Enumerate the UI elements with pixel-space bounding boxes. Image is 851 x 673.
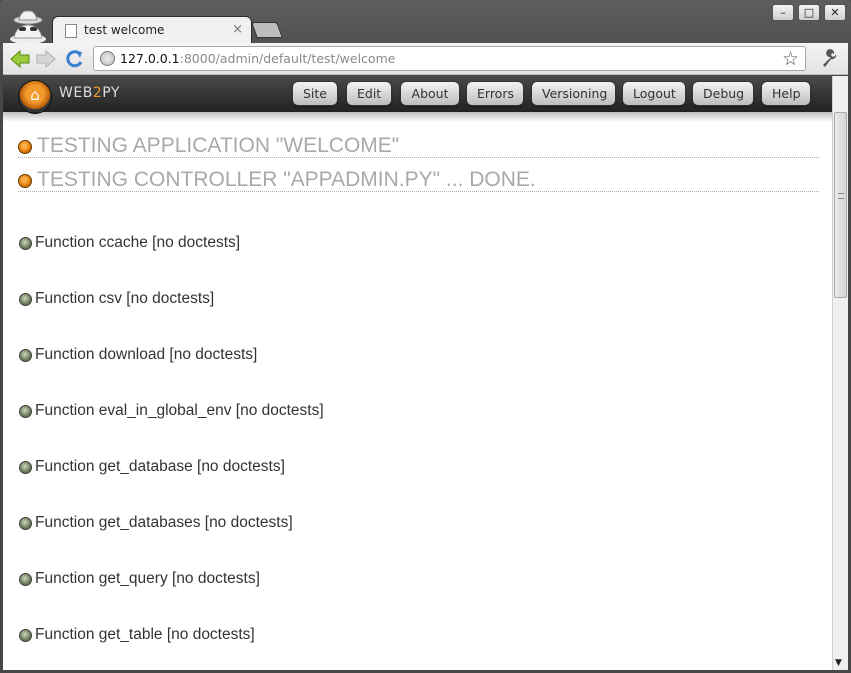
browser-toolbar: 127.0.0.1:8000/admin/default/test/welcom…: [3, 43, 848, 75]
menu-site-button[interactable]: Site: [292, 81, 338, 106]
green-bullet-icon: [19, 461, 32, 474]
new-tab-button[interactable]: [251, 22, 283, 38]
menu-debug-button[interactable]: Debug: [692, 81, 754, 106]
reload-icon[interactable]: [63, 48, 85, 70]
close-window-button[interactable]: ✕: [824, 4, 846, 21]
menu-help-button[interactable]: Help: [761, 81, 811, 106]
document-icon: [65, 24, 77, 38]
minimize-button[interactable]: –: [772, 4, 794, 21]
green-bullet-icon: [19, 629, 32, 642]
green-bullet-icon: [19, 573, 32, 586]
browser-window: test welcome × – □ ✕ 127.0.0.1:8000/admi…: [0, 0, 851, 673]
menu-edit-button[interactable]: Edit: [346, 81, 392, 106]
browser-tab[interactable]: test welcome ×: [52, 16, 252, 44]
orange-bullet-icon: [18, 140, 32, 154]
maximize-button[interactable]: □: [798, 4, 820, 21]
bookmark-star-icon[interactable]: ☆: [782, 48, 799, 70]
page-viewport: ⌂ WEB2PY Site Edit About Errors Versioni…: [3, 76, 848, 670]
web2py-header: ⌂ WEB2PY Site Edit About Errors Versioni…: [3, 76, 832, 114]
heading-testing-application: TESTING APPLICATION "WELCOME": [18, 134, 819, 158]
globe-icon: [100, 51, 115, 66]
header-shadow: [3, 112, 832, 122]
vertical-scrollbar[interactable]: ▼: [832, 76, 848, 670]
web2py-logo: WEB2PY: [59, 85, 120, 101]
menu-about-button[interactable]: About: [400, 81, 460, 106]
tab-close-icon[interactable]: ×: [232, 22, 243, 37]
menu-errors-button[interactable]: Errors: [466, 81, 524, 106]
incognito-icon: [10, 10, 46, 44]
green-bullet-icon: [19, 405, 32, 418]
tab-title: test welcome: [84, 23, 165, 37]
grip-icon: [838, 193, 844, 199]
green-bullet-icon: [19, 349, 32, 362]
menu-versioning-button[interactable]: Versioning: [531, 81, 616, 106]
url-host: 127.0.0.1: [120, 51, 180, 66]
menu-logout-button[interactable]: Logout: [622, 81, 686, 106]
url-text: 127.0.0.1:8000/admin/default/test/welcom…: [120, 51, 395, 66]
address-bar[interactable]: 127.0.0.1:8000/admin/default/test/welcom…: [93, 46, 806, 71]
wrench-icon[interactable]: [820, 48, 840, 68]
scrollbar-thumb[interactable]: [834, 112, 847, 298]
forward-arrow-icon[interactable]: [35, 48, 57, 70]
home-button[interactable]: ⌂: [18, 80, 52, 114]
url-path: :8000/admin/default/test/welcome: [179, 51, 396, 66]
heading-testing-controller: TESTING CONTROLLER "APPADMIN.PY" ... DON…: [18, 168, 819, 192]
green-bullet-icon: [19, 237, 32, 250]
back-arrow-icon[interactable]: [9, 48, 31, 70]
scroll-down-arrow-icon[interactable]: ▼: [835, 658, 842, 668]
green-bullet-icon: [19, 517, 32, 530]
home-icon: ⌂: [30, 86, 40, 104]
green-bullet-icon: [19, 293, 32, 306]
orange-bullet-icon: [18, 174, 32, 188]
